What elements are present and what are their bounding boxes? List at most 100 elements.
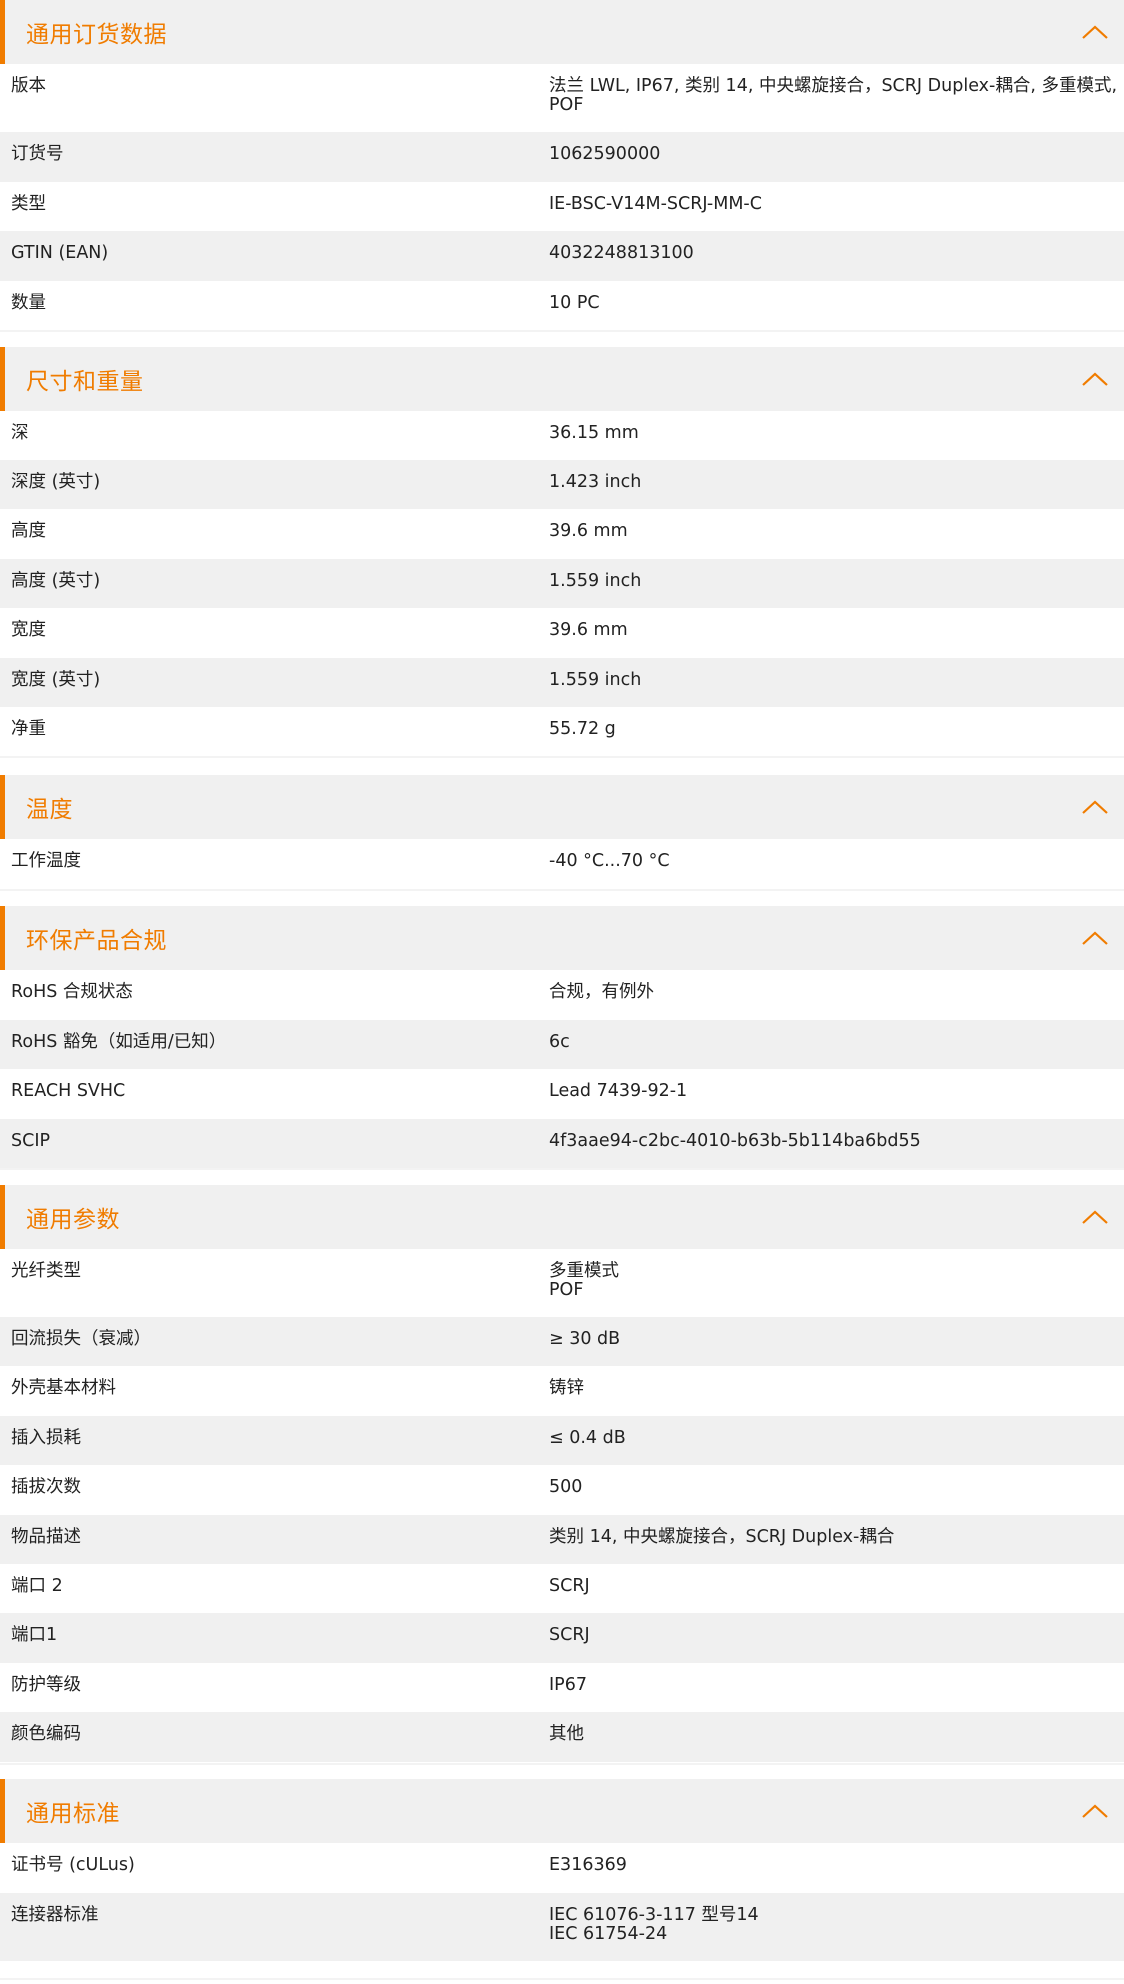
spec-label: REACH SVHC — [11, 1081, 126, 1101]
spec-value: 合规，有例外 — [549, 982, 654, 1002]
spec-row: 光纤类型 多重模式 POF — [0, 1249, 1124, 1317]
spec-label: 订货号 — [11, 144, 64, 164]
spec-value: 1062590000 — [549, 144, 661, 164]
spec-value: 1.423 inch — [549, 472, 642, 492]
spec-row: 颜色编码 其他 — [0, 1712, 1124, 1762]
section-temperature: 温度 工作温度 -40 °C...70 °C — [0, 775, 1124, 889]
spec-label: 深度 (英寸) — [11, 472, 101, 492]
spec-label: RoHS 豁免（如适用/已知） — [11, 1032, 227, 1052]
spec-label: 外壳基本材料 — [11, 1378, 116, 1398]
spec-value: Lead 7439-92-1 — [549, 1081, 688, 1101]
spec-label: 光纤类型 — [11, 1261, 81, 1281]
product-spec-page: 通用订货数据 版本 法兰 LWL, IP67, 类别 14, 中央螺旋接合，SC… — [0, 0, 1124, 1984]
spec-value: IP67 — [549, 1675, 587, 1695]
spec-label: 回流损失（衰减） — [11, 1329, 151, 1349]
chevron-up-icon[interactable] — [1080, 924, 1110, 952]
section-general-standards: 通用标准 证书号 (cULus) E316369 连接器标准 IEC 61076… — [0, 1779, 1124, 1961]
spec-label: 颜色编码 — [11, 1724, 81, 1744]
spec-value: 55.72 g — [549, 719, 616, 739]
section-header[interactable]: 温度 — [0, 775, 1124, 839]
section-header[interactable]: 通用标准 — [0, 1779, 1124, 1843]
spec-row: 连接器标准 IEC 61076-3-117 型号14 IEC 61754-24 — [0, 1893, 1124, 1961]
spec-value: 多重模式 POF — [549, 1261, 619, 1300]
chevron-up-icon[interactable] — [1080, 1203, 1110, 1231]
chevron-up-icon[interactable] — [1080, 1797, 1110, 1825]
spec-row: 订货号 1062590000 — [0, 132, 1124, 182]
spec-row: 版本 法兰 LWL, IP67, 类别 14, 中央螺旋接合，SCRJ Dupl… — [0, 64, 1124, 132]
spec-row: 工作温度 -40 °C...70 °C — [0, 839, 1124, 889]
spec-row: 高度 39.6 mm — [0, 509, 1124, 559]
section-environmental-compliance: 环保产品合规 RoHS 合规状态 合规，有例外 RoHS 豁免（如适用/已知） … — [0, 906, 1124, 1168]
chevron-up-icon[interactable] — [1080, 18, 1110, 46]
spec-label: 高度 — [11, 521, 46, 541]
spec-row: 深度 (英寸) 1.423 inch — [0, 460, 1124, 509]
spec-value: 500 — [549, 1477, 583, 1497]
spec-row: SCIP 4f3aae94-c2bc-4010-b63b-5b114ba6bd5… — [0, 1119, 1124, 1168]
spec-label: SCIP — [11, 1131, 51, 1151]
spec-row: 宽度 39.6 mm — [0, 608, 1124, 658]
section-header[interactable]: 通用订货数据 — [0, 0, 1124, 64]
section-header[interactable]: 通用参数 — [0, 1185, 1124, 1249]
spec-row: 宽度 (英寸) 1.559 inch — [0, 658, 1124, 707]
divider — [0, 330, 1124, 332]
spec-label: 宽度 (英寸) — [11, 670, 101, 690]
divider — [0, 1763, 1124, 1765]
spec-label: GTIN (EAN) — [11, 243, 109, 263]
spec-label: 连接器标准 — [11, 1905, 99, 1925]
section-title: 通用参数 — [26, 1207, 120, 1233]
spec-value: 39.6 mm — [549, 521, 628, 541]
divider — [0, 889, 1124, 891]
spec-row: 回流损失（衰减） ≥ 30 dB — [0, 1317, 1124, 1366]
spec-row: 插拔次数 500 — [0, 1465, 1124, 1515]
spec-row: GTIN (EAN) 4032248813100 — [0, 231, 1124, 281]
spec-value: IE-BSC-V14M-SCRJ-MM-C — [549, 194, 762, 214]
spec-label: 宽度 — [11, 620, 46, 640]
section-title: 通用标准 — [26, 1801, 120, 1827]
section-title: 环保产品合规 — [26, 928, 167, 954]
section-header[interactable]: 尺寸和重量 — [0, 347, 1124, 411]
section-header[interactable]: 环保产品合规 — [0, 906, 1124, 970]
chevron-up-icon[interactable] — [1080, 365, 1110, 393]
spec-row: RoHS 豁免（如适用/已知） 6c — [0, 1020, 1124, 1069]
spec-label: 深 — [11, 423, 29, 443]
section-dimensions-weight: 尺寸和重量 深 36.15 mm 深度 (英寸) 1.423 inch 高度 3… — [0, 347, 1124, 756]
spec-row: RoHS 合规状态 合规，有例外 — [0, 970, 1124, 1020]
section-title: 温度 — [26, 797, 73, 823]
spec-value: 4f3aae94-c2bc-4010-b63b-5b114ba6bd55 — [549, 1131, 921, 1151]
spec-value: 铸锌 — [549, 1378, 584, 1398]
spec-value: SCRJ — [549, 1576, 590, 1596]
spec-label: 插入损耗 — [11, 1428, 81, 1448]
spec-label: RoHS 合规状态 — [11, 982, 133, 1002]
spec-value: ≥ 30 dB — [549, 1329, 621, 1349]
spec-value: 10 PC — [549, 293, 600, 313]
spec-label: 防护等级 — [11, 1675, 81, 1695]
spec-row: 端口1 SCRJ — [0, 1613, 1124, 1663]
spec-label: 端口1 — [11, 1625, 58, 1645]
spec-row: 证书号 (cULus) E316369 — [0, 1843, 1124, 1893]
spec-row: 防护等级 IP67 — [0, 1663, 1124, 1712]
spec-label: 证书号 (cULus) — [11, 1855, 135, 1875]
spec-row: REACH SVHC Lead 7439-92-1 — [0, 1069, 1124, 1119]
section-title: 尺寸和重量 — [26, 369, 144, 395]
spec-row: 高度 (英寸) 1.559 inch — [0, 559, 1124, 608]
spec-value: 其他 — [549, 1724, 584, 1744]
spec-label: 版本 — [11, 76, 46, 96]
section-general-parameters: 通用参数 光纤类型 多重模式 POF 回流损失（衰减） ≥ 30 dB 外壳基本… — [0, 1185, 1124, 1762]
spec-value: 39.6 mm — [549, 620, 628, 640]
spec-label: 高度 (英寸) — [11, 571, 101, 591]
divider — [0, 756, 1124, 758]
spec-row: 数量 10 PC — [0, 281, 1124, 330]
divider — [0, 1168, 1124, 1170]
spec-value: SCRJ — [549, 1625, 590, 1645]
spec-value: -40 °C...70 °C — [549, 851, 670, 871]
spec-label: 类型 — [11, 194, 46, 214]
spec-row: 端口 2 SCRJ — [0, 1564, 1124, 1613]
spec-value: 类别 14, 中央螺旋接合，SCRJ Duplex-耦合 — [549, 1527, 895, 1547]
spec-label: 端口 2 — [11, 1576, 63, 1596]
spec-label: 净重 — [11, 719, 46, 739]
spec-row: 外壳基本材料 铸锌 — [0, 1366, 1124, 1416]
section-title: 通用订货数据 — [26, 22, 167, 48]
spec-row: 深 36.15 mm — [0, 411, 1124, 460]
spec-value: 1.559 inch — [549, 670, 642, 690]
chevron-up-icon[interactable] — [1080, 793, 1110, 821]
